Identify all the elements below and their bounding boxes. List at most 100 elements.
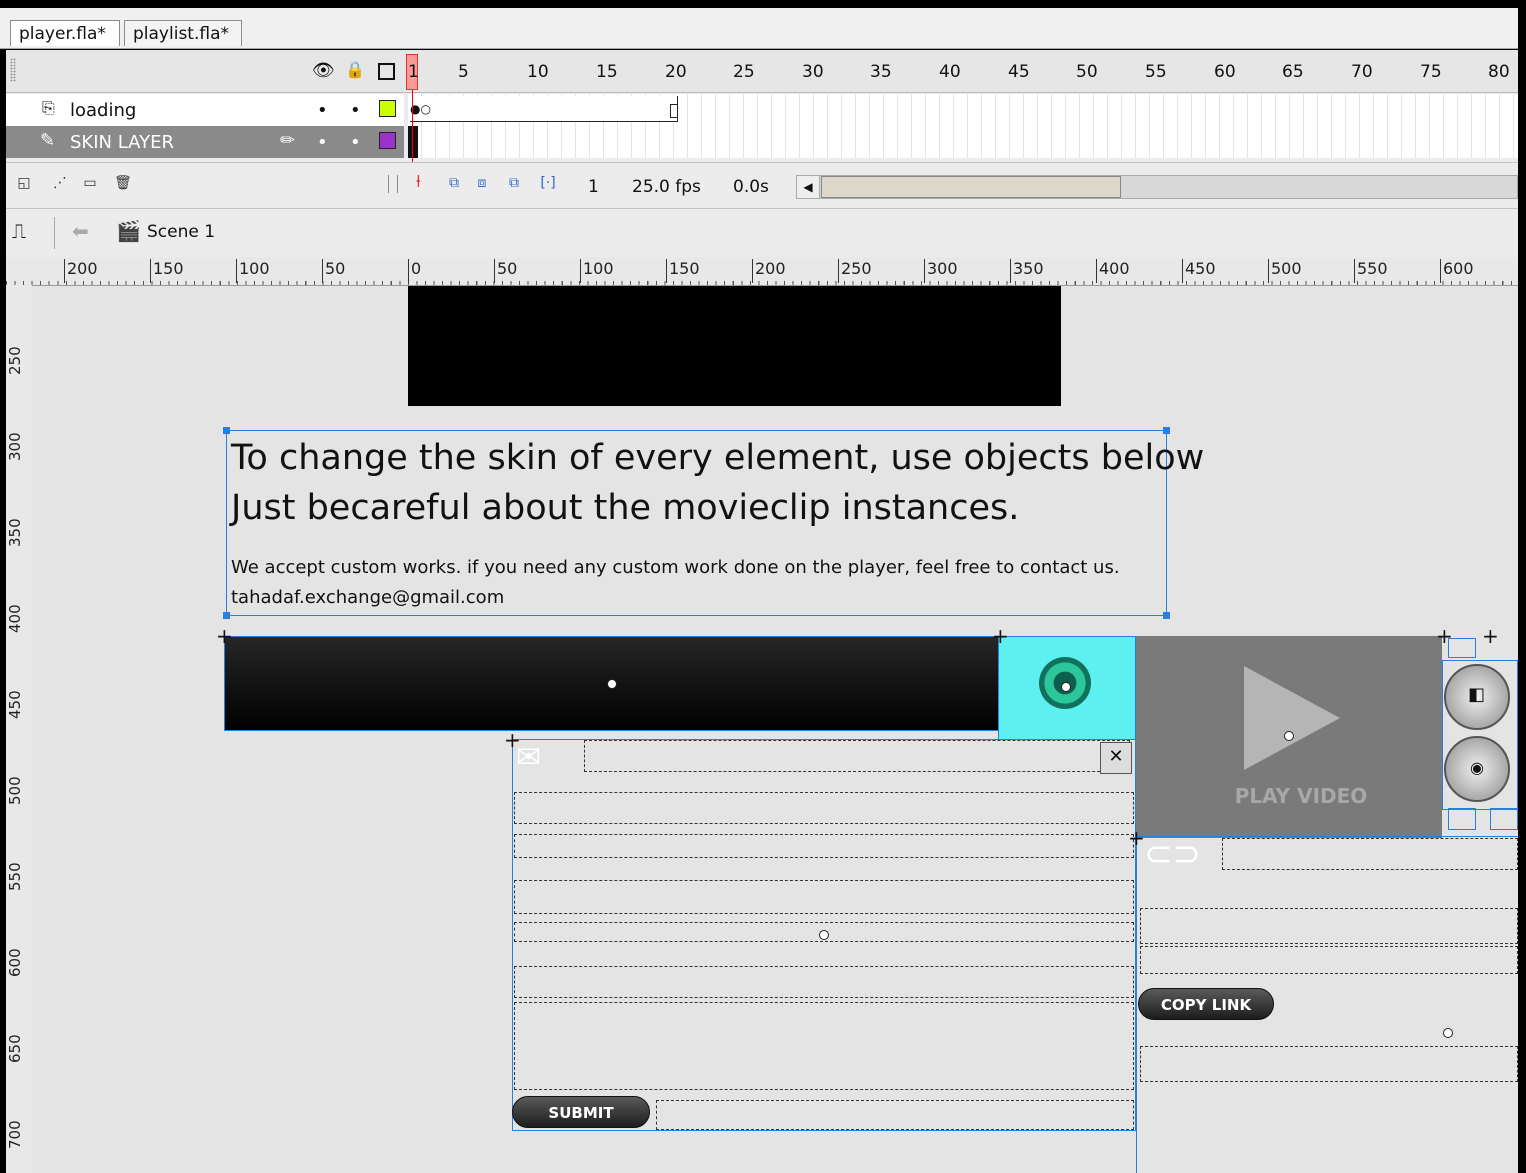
email-field[interactable]	[514, 834, 1134, 858]
registration-point	[1443, 1028, 1453, 1038]
ruler-label: 0	[408, 259, 421, 283]
link-field[interactable]	[1140, 1046, 1518, 1082]
current-frame: 1	[588, 177, 599, 197]
selection-handle[interactable]	[1163, 427, 1170, 434]
ruler-label: 200	[64, 259, 98, 283]
timeline-toggle-icon[interactable]: ⎍	[12, 219, 26, 243]
splitter-handle[interactable]	[388, 175, 398, 193]
small-symbol-box[interactable]	[1490, 808, 1518, 830]
scroll-thumb[interactable]	[821, 176, 1121, 198]
edit-pencil-icon: ✏	[280, 130, 296, 151]
trash-icon[interactable]: 🗑	[114, 175, 132, 191]
ruler-label: 250	[6, 346, 24, 375]
email-field[interactable]	[514, 880, 1134, 914]
paperclip-icon: ⊂⊃	[1144, 834, 1201, 874]
frame-number: 5	[458, 62, 469, 82]
end-frame[interactable]	[670, 104, 678, 118]
email-to-field[interactable]	[584, 740, 1130, 772]
visibility-dot[interactable]: •	[317, 132, 328, 153]
layer-name[interactable]: loading	[70, 100, 136, 121]
fullscreen-round-button[interactable]: ◧	[1444, 664, 1510, 730]
timeline-panel: 👁 🔒 1 5 10 15 20 25 30 35 40 45 50 55 60…	[6, 50, 1518, 209]
transform-cross: +	[1128, 826, 1145, 850]
volume-icon: ◉	[1470, 758, 1484, 777]
layer-row-skin[interactable]: ✎ SKIN LAYER ✏ • •	[6, 126, 1518, 158]
timeline-header: 👁 🔒 1 5 10 15 20 25 30 35 40 45 50 55 60…	[6, 50, 1518, 93]
keyframe[interactable]	[408, 126, 418, 158]
registration-point	[1061, 682, 1071, 692]
scroll-left-icon[interactable]: ◀	[797, 176, 820, 198]
close-form-button[interactable]: ✕	[1100, 742, 1132, 774]
email-field[interactable]	[514, 966, 1134, 998]
selection-handle[interactable]	[223, 612, 230, 619]
ruler-label: 700	[6, 1120, 24, 1149]
layer-frames[interactable]: ●○	[408, 94, 1518, 126]
lock-dot[interactable]: •	[350, 100, 361, 121]
small-symbol-box[interactable]	[1448, 808, 1476, 830]
center-frame-icon[interactable]: ⟊	[416, 171, 421, 192]
ruler-label: 400	[1096, 259, 1130, 283]
layer-name-cell[interactable]: ✎ SKIN LAYER ✏ • •	[6, 126, 404, 158]
new-layer-icon[interactable]: ◱	[16, 175, 32, 191]
copy-link-button[interactable]: COPY LINK	[1138, 988, 1274, 1020]
stage-canvas[interactable]: To change the skin of every element, use…	[32, 286, 1518, 1173]
outline-icon[interactable]	[378, 63, 395, 80]
tween-span[interactable]	[410, 96, 678, 122]
ruler-label: 100	[236, 259, 270, 283]
scene-name[interactable]: Scene 1	[147, 222, 215, 242]
layer-row-loading[interactable]: ⎘ loading • • ●○	[6, 94, 1518, 126]
lock-icon[interactable]: 🔒	[345, 60, 365, 79]
selection-handle[interactable]	[1163, 612, 1170, 619]
elapsed-time: 0.0s	[733, 177, 769, 197]
back-arrow-icon[interactable]: ⬅	[72, 219, 89, 243]
submit-button[interactable]: SUBMIT	[512, 1096, 650, 1128]
email-message-field[interactable]	[514, 1002, 1134, 1090]
selection-handle[interactable]	[223, 427, 230, 434]
registration-point	[1284, 731, 1294, 741]
onion-outline-icon[interactable]: ⧈	[474, 175, 490, 191]
ruler-label: 300	[924, 259, 958, 283]
frame-number: 45	[1008, 62, 1030, 82]
contact-email[interactable]: tahadaf.exchange@gmail.com	[231, 587, 504, 608]
frame-number: 30	[802, 62, 824, 82]
frame-rate[interactable]: 25.0 fps	[632, 177, 701, 197]
tab-player-fla[interactable]: player.fla*	[10, 20, 120, 46]
embed-code-field[interactable]	[1140, 946, 1518, 974]
modify-markers-icon[interactable]: [·]	[540, 175, 556, 191]
timeline-footer: ◱ ⋰ ▭ 🗑 ⟊ ⧉ ⧈ ⧉ [·] 1 25.0 fps 0.0s ◀	[6, 162, 1518, 209]
layer-color-swatch[interactable]	[379, 100, 396, 117]
grip-handle[interactable]	[10, 58, 16, 82]
tab-playlist-fla[interactable]: playlist.fla*	[124, 20, 242, 46]
play-triangle-icon	[1244, 666, 1340, 770]
link-field[interactable]	[1222, 838, 1518, 870]
custom-work-note: We accept custom works. if you need any …	[231, 557, 1120, 578]
frame-number: 75	[1420, 62, 1442, 82]
visibility-dot[interactable]: •	[317, 100, 328, 121]
frame-number: 70	[1351, 62, 1373, 82]
frame-number: 65	[1282, 62, 1304, 82]
frame-number: 15	[596, 62, 618, 82]
transform-cross: +	[992, 624, 1009, 648]
frame-number: 1	[408, 62, 419, 82]
layer-name-cell[interactable]: ⎘ loading • •	[6, 94, 404, 126]
edit-multiple-icon[interactable]: ⧉	[506, 175, 522, 191]
ruler-label: 550	[1354, 259, 1388, 283]
eye-icon[interactable]: 👁	[312, 60, 335, 81]
lock-dot[interactable]: •	[350, 132, 361, 153]
frame-number: 10	[527, 62, 549, 82]
layer-frames[interactable]	[408, 126, 1518, 158]
transform-cross: +	[216, 624, 233, 648]
onion-skin-icon[interactable]: ⧉	[446, 175, 462, 191]
link-url-field[interactable]	[1140, 908, 1518, 944]
email-from-field[interactable]	[514, 792, 1134, 824]
document-tab-bar: player.fla* playlist.fla*	[0, 8, 1518, 49]
layer-name[interactable]: SKIN LAYER	[70, 132, 174, 153]
timeline-hscrollbar[interactable]: ◀	[796, 175, 1518, 199]
add-guide-icon[interactable]: ⋰	[46, 175, 74, 191]
keyframe[interactable]: ●○	[410, 102, 431, 116]
layer-color-swatch[interactable]	[379, 132, 396, 149]
folder-icon[interactable]: ▭	[82, 175, 98, 191]
ruler-label: 50	[322, 259, 345, 283]
instructions-text-box[interactable]: To change the skin of every element, use…	[226, 430, 1204, 616]
volume-round-button[interactable]: ◉	[1444, 736, 1510, 802]
